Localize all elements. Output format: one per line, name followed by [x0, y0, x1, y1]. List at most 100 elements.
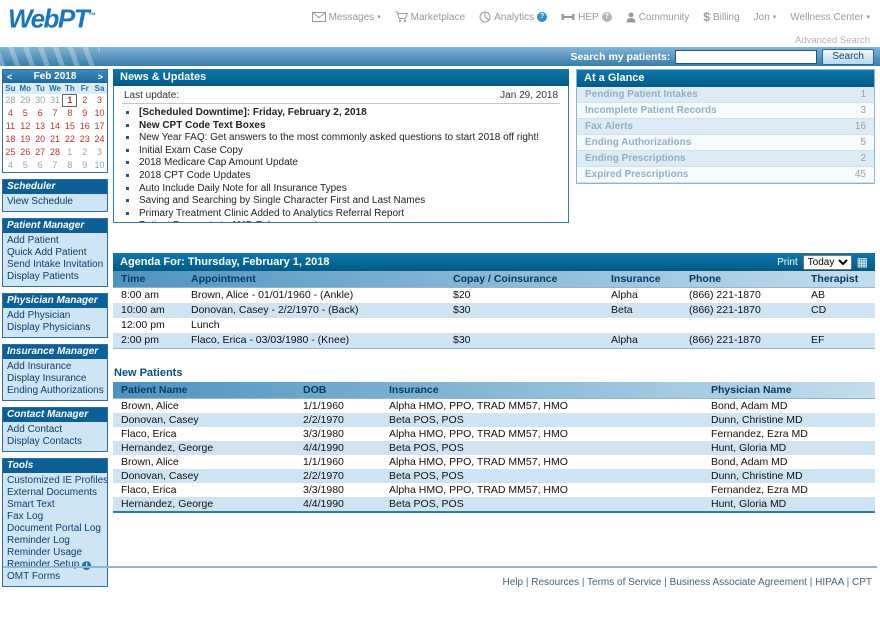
- calendar-day[interactable]: 11: [3, 120, 18, 133]
- hep-help-badge-icon[interactable]: ?: [602, 12, 612, 22]
- news-item[interactable]: Primary Treatment Clinic Added to Analyt…: [138, 208, 560, 221]
- calendar-day[interactable]: 29: [18, 94, 33, 107]
- news-item[interactable]: [Scheduled Downtime]: Friday, February 2…: [138, 107, 560, 120]
- agenda-row[interactable]: 8:00 amBrown, Alice - 01/01/1960 - (Ankl…: [113, 288, 875, 303]
- calendar-day[interactable]: 30: [33, 94, 48, 107]
- new-patient-row[interactable]: Hernandez, George4/4/1990Beta POS, POSHu…: [113, 497, 875, 511]
- news-item[interactable]: Patient Payments to AMD Enhancement: [138, 220, 560, 223]
- glance-row[interactable]: Fax Alerts16: [577, 119, 874, 135]
- new-patient-row[interactable]: Hernandez, George4/4/1990Beta POS, POSHu…: [113, 441, 875, 455]
- footer-link-business-associate-agreement[interactable]: Business Associate Agreement: [670, 577, 807, 588]
- calendar-day[interactable]: 3: [92, 94, 107, 107]
- news-item[interactable]: Initial Exam Case Copy: [138, 145, 560, 158]
- glance-row[interactable]: Ending Prescriptions2: [577, 151, 874, 167]
- calendar-day[interactable]: 7: [48, 159, 63, 172]
- glance-row[interactable]: Incomplete Patient Records3: [577, 103, 874, 119]
- agenda-row[interactable]: 12:00 pmLunch: [113, 318, 875, 333]
- new-patient-row[interactable]: Brown, Alice1/1/1960Alpha HMO, PPO, TRAD…: [113, 455, 875, 469]
- calendar-day[interactable]: 18: [3, 133, 18, 146]
- new-patient-row[interactable]: Flaco, Erica3/3/1980Alpha HMO, PPO, TRAD…: [113, 483, 875, 497]
- search-button[interactable]: Search: [822, 49, 874, 65]
- sidebar-item-reminder-log[interactable]: Reminder Log: [3, 535, 107, 547]
- sidebar-item-omt-forms[interactable]: OMT Forms: [3, 571, 107, 583]
- calendar-day[interactable]: 2: [77, 146, 92, 159]
- new-patient-row[interactable]: Donovan, Casey2/2/1970Beta POS, POSDunn,…: [113, 413, 875, 427]
- webpt-logo[interactable]: WebPT™: [8, 1, 96, 34]
- glance-row[interactable]: Ending Authorizations5: [577, 135, 874, 151]
- sidebar-item-add-insurance[interactable]: Add Insurance: [3, 361, 107, 373]
- calendar-day[interactable]: 4: [3, 159, 18, 172]
- calendar-day[interactable]: 1: [62, 146, 77, 159]
- sidebar-item-display-insurance[interactable]: Display Insurance: [3, 373, 107, 385]
- glance-row[interactable]: Pending Patient Intakes1: [577, 87, 874, 103]
- news-item[interactable]: New Year FAQ: Get answers to the most co…: [138, 132, 560, 145]
- sidebar-item-view-schedule[interactable]: View Schedule: [3, 196, 107, 208]
- sidebar-item-external-documents[interactable]: External Documents: [3, 487, 107, 499]
- calendar-day[interactable]: 23: [77, 133, 92, 146]
- nav-user-menu[interactable]: Jon ▾: [754, 12, 777, 23]
- sidebar-item-quick-add-patient[interactable]: Quick Add Patient: [3, 247, 107, 259]
- calendar-day[interactable]: 12: [18, 120, 33, 133]
- nav-billing[interactable]: $ Billing: [703, 12, 739, 23]
- calendar-day[interactable]: 15: [62, 120, 77, 133]
- sidebar-item-customized-ie-profiles[interactable]: Customized IE Profiles: [3, 475, 107, 487]
- calendar-day[interactable]: 7: [48, 107, 63, 120]
- news-item[interactable]: 2018 CPT Code Updates: [138, 170, 560, 183]
- nav-community[interactable]: Community: [626, 12, 690, 23]
- calendar-day[interactable]: 10: [92, 159, 107, 172]
- sidebar-item-smart-text[interactable]: Smart Text: [3, 499, 107, 511]
- new-patient-row[interactable]: Brown, Alice1/1/1960Alpha HMO, PPO, TRAD…: [113, 399, 875, 413]
- calendar-day[interactable]: 8: [62, 107, 77, 120]
- calendar-day[interactable]: 28: [48, 146, 63, 159]
- new-patient-row[interactable]: Flaco, Erica3/3/1980Alpha HMO, PPO, TRAD…: [113, 427, 875, 441]
- sidebar-item-fax-log[interactable]: Fax Log: [3, 511, 107, 523]
- calendar-day[interactable]: 14: [48, 120, 63, 133]
- calendar-day[interactable]: 9: [77, 107, 92, 120]
- sidebar-item-display-contacts[interactable]: Display Contacts: [3, 436, 107, 448]
- sidebar-item-send-intake-invitation[interactable]: Send Intake Invitation: [3, 259, 107, 271]
- calendar-day[interactable]: 31: [48, 94, 63, 107]
- sidebar-item-reminder-usage[interactable]: Reminder Usage: [3, 547, 107, 559]
- footer-link-cpt[interactable]: CPT: [852, 577, 872, 588]
- news-item[interactable]: New CPT Code Text Boxes: [138, 120, 560, 133]
- calendar-day[interactable]: 5: [18, 107, 33, 120]
- nav-wellness-center[interactable]: Wellness Center ▾: [790, 12, 870, 23]
- footer-link-help[interactable]: Help: [503, 577, 524, 588]
- sidebar-item-add-physician[interactable]: Add Physician: [3, 310, 107, 322]
- agenda-range-select[interactable]: Today: [803, 255, 852, 270]
- calendar-day[interactable]: 22: [62, 133, 77, 146]
- calendar-day[interactable]: 27: [33, 146, 48, 159]
- glance-row[interactable]: Expired Prescriptions45: [577, 167, 874, 183]
- new-patient-row[interactable]: Donovan, Casey2/2/1970Beta POS, POSDunn,…: [113, 469, 875, 483]
- calendar-day[interactable]: 19: [18, 133, 33, 146]
- analytics-help-badge-icon[interactable]: ?: [537, 12, 547, 22]
- news-item[interactable]: 2018 Medicare Cap Amount Update: [138, 157, 560, 170]
- sidebar-item-add-patient[interactable]: Add Patient: [3, 235, 107, 247]
- footer-link-hipaa[interactable]: HIPAA: [815, 577, 844, 588]
- calendar-day[interactable]: 6: [33, 159, 48, 172]
- calendar-day[interactable]: 4: [3, 107, 18, 120]
- calendar-day[interactable]: 26: [18, 146, 33, 159]
- sidebar-item-document-portal-log[interactable]: Document Portal Log: [3, 523, 107, 535]
- nav-marketplace[interactable]: Marketplace: [395, 11, 465, 23]
- calendar-day[interactable]: 10: [92, 107, 107, 120]
- calendar-day[interactable]: 6: [33, 107, 48, 120]
- calendar-day[interactable]: 13: [33, 120, 48, 133]
- calendar-day[interactable]: 5: [18, 159, 33, 172]
- calendar-day[interactable]: 8: [62, 159, 77, 172]
- calendar-day[interactable]: 25: [3, 146, 18, 159]
- nav-hep[interactable]: HEP ?: [561, 12, 612, 23]
- calendar-day[interactable]: 16: [77, 120, 92, 133]
- footer-link-resources[interactable]: Resources: [531, 577, 579, 588]
- news-item[interactable]: Auto Include Daily Note for all Insuranc…: [138, 183, 560, 196]
- calendar-day-selected[interactable]: 1: [62, 94, 77, 107]
- nav-messages[interactable]: Messages ▾: [312, 12, 381, 23]
- calendar-day[interactable]: 3: [92, 146, 107, 159]
- sidebar-item-ending-authorizations[interactable]: Ending Authorizations: [3, 385, 107, 397]
- agenda-row[interactable]: 2:00 pmFlaco, Erica - 03/03/1980 - (Knee…: [113, 333, 875, 348]
- sidebar-item-add-contact[interactable]: Add Contact: [3, 424, 107, 436]
- sidebar-item-display-physicians[interactable]: Display Physicians: [3, 322, 107, 334]
- sidebar-item-reminder-setup[interactable]: Reminder Setupi: [3, 559, 107, 571]
- advanced-search-link[interactable]: Advanced Search: [795, 35, 870, 46]
- calendar-day[interactable]: 28: [3, 94, 18, 107]
